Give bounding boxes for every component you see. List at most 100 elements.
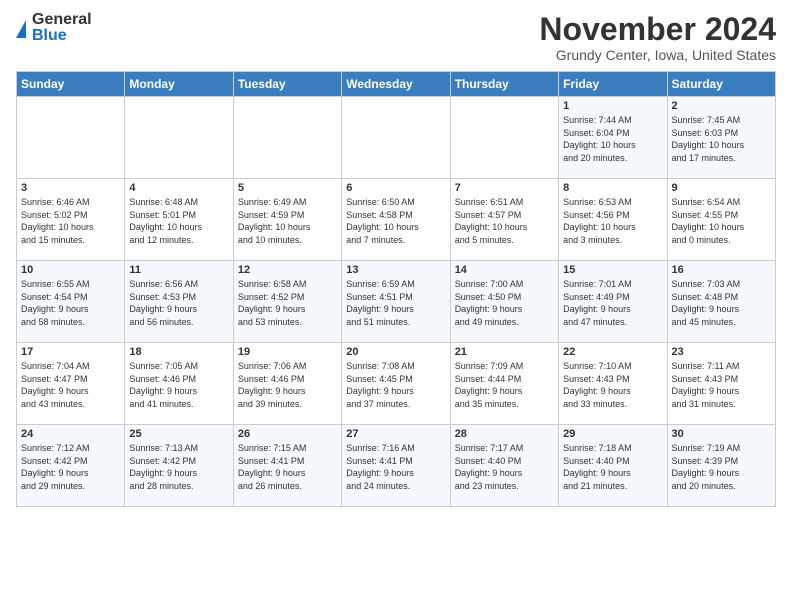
day-info: Sunrise: 6:59 AM Sunset: 4:51 PM Dayligh… — [346, 278, 445, 328]
day-cell: 13Sunrise: 6:59 AM Sunset: 4:51 PM Dayli… — [342, 261, 450, 343]
logo-blue: Blue — [32, 28, 92, 44]
day-cell: 6 Sunrise: 6:50 AM Sunset: 4:58 PM Daylig… — [342, 179, 450, 261]
week-row-2: 10 Sunrise: 6:55 AM Sunset: 4:54 PM Dayli… — [17, 261, 776, 343]
day-cell — [233, 97, 341, 179]
day-cell: 26Sunrise: 7:15 AM Sunset: 4:41 PM Dayli… — [233, 425, 341, 507]
day-info: Sunrise: 7:18 AM Sunset: 4:40 PM Dayligh… — [563, 442, 662, 492]
day-info: Sunrise: 6:50 AM Sunset: 4:58 PM Dayligh… — [346, 196, 445, 246]
day-info: Sunrise: 7:16 AM Sunset: 4:41 PM Dayligh… — [346, 442, 445, 492]
day-number: 6 — [346, 182, 445, 194]
day-cell: 24 Sunrise: 7:12 AM Sunset: 4:42 PM Dayli… — [17, 425, 125, 507]
day-number: 16 — [672, 264, 771, 276]
day-number: 5 — [238, 182, 337, 194]
day-info: Sunrise: 6:46 AM Sunset: 5:02 PM Dayligh… — [21, 196, 120, 246]
day-info: Sunrise: 7:08 AM Sunset: 4:45 PM Dayligh… — [346, 360, 445, 410]
day-info: Sunrise: 7:12 AM Sunset: 4:42 PM Dayligh… — [21, 442, 120, 492]
week-row-1: 3Sunrise: 6:46 AM Sunset: 5:02 PM Daylig… — [17, 179, 776, 261]
day-cell: 27Sunrise: 7:16 AM Sunset: 4:41 PM Dayli… — [342, 425, 450, 507]
day-cell: 23 Sunrise: 7:11 AM Sunset: 4:43 PM Dayli… — [667, 343, 775, 425]
day-info: Sunrise: 7:11 AM Sunset: 4:43 PM Dayligh… — [672, 360, 771, 410]
col-thursday: Thursday — [450, 72, 558, 97]
day-number: 19 — [238, 346, 337, 358]
title-section: November 2024 Grundy Center, Iowa, Unite… — [539, 12, 776, 63]
day-cell: 21Sunrise: 7:09 AM Sunset: 4:44 PM Dayli… — [450, 343, 558, 425]
col-monday: Monday — [125, 72, 233, 97]
day-cell: 12 Sunrise: 6:58 AM Sunset: 4:52 PM Dayli… — [233, 261, 341, 343]
day-number: 12 — [238, 264, 337, 276]
calendar: Sunday Monday Tuesday Wednesday Thursday… — [16, 71, 776, 507]
calendar-header-row: Sunday Monday Tuesday Wednesday Thursday… — [17, 72, 776, 97]
day-info: Sunrise: 7:03 AM Sunset: 4:48 PM Dayligh… — [672, 278, 771, 328]
logo-icon — [16, 20, 26, 38]
day-number: 24 — [21, 428, 120, 440]
day-info: Sunrise: 6:49 AM Sunset: 4:59 PM Dayligh… — [238, 196, 337, 246]
day-cell: 25 Sunrise: 7:13 AM Sunset: 4:42 PM Dayli… — [125, 425, 233, 507]
day-cell: 7 Sunrise: 6:51 AM Sunset: 4:57 PM Daylig… — [450, 179, 558, 261]
col-saturday: Saturday — [667, 72, 775, 97]
day-number: 9 — [672, 182, 771, 194]
day-number: 30 — [672, 428, 771, 440]
day-info: Sunrise: 7:01 AM Sunset: 4:49 PM Dayligh… — [563, 278, 662, 328]
day-number: 29 — [563, 428, 662, 440]
day-cell: 4Sunrise: 6:48 AM Sunset: 5:01 PM Daylig… — [125, 179, 233, 261]
week-row-3: 17 Sunrise: 7:04 AM Sunset: 4:47 PM Dayli… — [17, 343, 776, 425]
day-cell: 11Sunrise: 6:56 AM Sunset: 4:53 PM Dayli… — [125, 261, 233, 343]
day-cell: 15Sunrise: 7:01 AM Sunset: 4:49 PM Dayli… — [559, 261, 667, 343]
month-title: November 2024 — [539, 12, 776, 47]
col-tuesday: Tuesday — [233, 72, 341, 97]
day-cell: 29 Sunrise: 7:18 AM Sunset: 4:40 PM Dayli… — [559, 425, 667, 507]
day-info: Sunrise: 6:55 AM Sunset: 4:54 PM Dayligh… — [21, 278, 120, 328]
day-cell: 19Sunrise: 7:06 AM Sunset: 4:46 PM Dayli… — [233, 343, 341, 425]
day-cell: 16 Sunrise: 7:03 AM Sunset: 4:48 PM Dayli… — [667, 261, 775, 343]
day-cell — [342, 97, 450, 179]
day-info: Sunrise: 7:45 AM Sunset: 6:03 PM Dayligh… — [672, 114, 771, 164]
day-number: 22 — [563, 346, 662, 358]
day-info: Sunrise: 7:13 AM Sunset: 4:42 PM Dayligh… — [129, 442, 228, 492]
day-cell: 2 Sunrise: 7:45 AM Sunset: 6:03 PM Daylig… — [667, 97, 775, 179]
day-info: Sunrise: 7:15 AM Sunset: 4:41 PM Dayligh… — [238, 442, 337, 492]
logo-area: General Blue — [16, 12, 92, 44]
day-cell: 30 Sunrise: 7:19 AM Sunset: 4:39 PM Dayli… — [667, 425, 775, 507]
day-info: Sunrise: 7:19 AM Sunset: 4:39 PM Dayligh… — [672, 442, 771, 492]
day-info: Sunrise: 7:05 AM Sunset: 4:46 PM Dayligh… — [129, 360, 228, 410]
day-cell: 22 Sunrise: 7:10 AM Sunset: 4:43 PM Dayli… — [559, 343, 667, 425]
day-info: Sunrise: 7:04 AM Sunset: 4:47 PM Dayligh… — [21, 360, 120, 410]
day-cell — [125, 97, 233, 179]
day-number: 14 — [455, 264, 554, 276]
week-row-4: 24 Sunrise: 7:12 AM Sunset: 4:42 PM Dayli… — [17, 425, 776, 507]
day-info: Sunrise: 6:54 AM Sunset: 4:55 PM Dayligh… — [672, 196, 771, 246]
day-number: 2 — [672, 100, 771, 112]
day-number: 8 — [563, 182, 662, 194]
day-number: 23 — [672, 346, 771, 358]
day-number: 7 — [455, 182, 554, 194]
day-cell — [450, 97, 558, 179]
day-number: 4 — [129, 182, 228, 194]
day-info: Sunrise: 7:17 AM Sunset: 4:40 PM Dayligh… — [455, 442, 554, 492]
day-cell — [17, 97, 125, 179]
day-number: 18 — [129, 346, 228, 358]
day-number: 25 — [129, 428, 228, 440]
day-number: 28 — [455, 428, 554, 440]
day-cell: 3Sunrise: 6:46 AM Sunset: 5:02 PM Daylig… — [17, 179, 125, 261]
day-number: 21 — [455, 346, 554, 358]
day-info: Sunrise: 6:56 AM Sunset: 4:53 PM Dayligh… — [129, 278, 228, 328]
day-cell: 8 Sunrise: 6:53 AM Sunset: 4:56 PM Daylig… — [559, 179, 667, 261]
page: General Blue November 2024 Grundy Center… — [0, 0, 792, 612]
day-cell: 10 Sunrise: 6:55 AM Sunset: 4:54 PM Dayli… — [17, 261, 125, 343]
day-number: 17 — [21, 346, 120, 358]
day-cell: 1Sunrise: 7:44 AM Sunset: 6:04 PM Daylig… — [559, 97, 667, 179]
day-info: Sunrise: 6:53 AM Sunset: 4:56 PM Dayligh… — [563, 196, 662, 246]
col-wednesday: Wednesday — [342, 72, 450, 97]
logo-general: General — [32, 12, 92, 28]
day-cell: 5 Sunrise: 6:49 AM Sunset: 4:59 PM Daylig… — [233, 179, 341, 261]
day-info: Sunrise: 7:44 AM Sunset: 6:04 PM Dayligh… — [563, 114, 662, 164]
day-info: Sunrise: 7:10 AM Sunset: 4:43 PM Dayligh… — [563, 360, 662, 410]
location: Grundy Center, Iowa, United States — [539, 47, 776, 63]
day-cell: 20Sunrise: 7:08 AM Sunset: 4:45 PM Dayli… — [342, 343, 450, 425]
day-cell: 14Sunrise: 7:00 AM Sunset: 4:50 PM Dayli… — [450, 261, 558, 343]
day-info: Sunrise: 6:51 AM Sunset: 4:57 PM Dayligh… — [455, 196, 554, 246]
day-info: Sunrise: 6:58 AM Sunset: 4:52 PM Dayligh… — [238, 278, 337, 328]
day-cell: 9 Sunrise: 6:54 AM Sunset: 4:55 PM Daylig… — [667, 179, 775, 261]
day-number: 10 — [21, 264, 120, 276]
col-friday: Friday — [559, 72, 667, 97]
